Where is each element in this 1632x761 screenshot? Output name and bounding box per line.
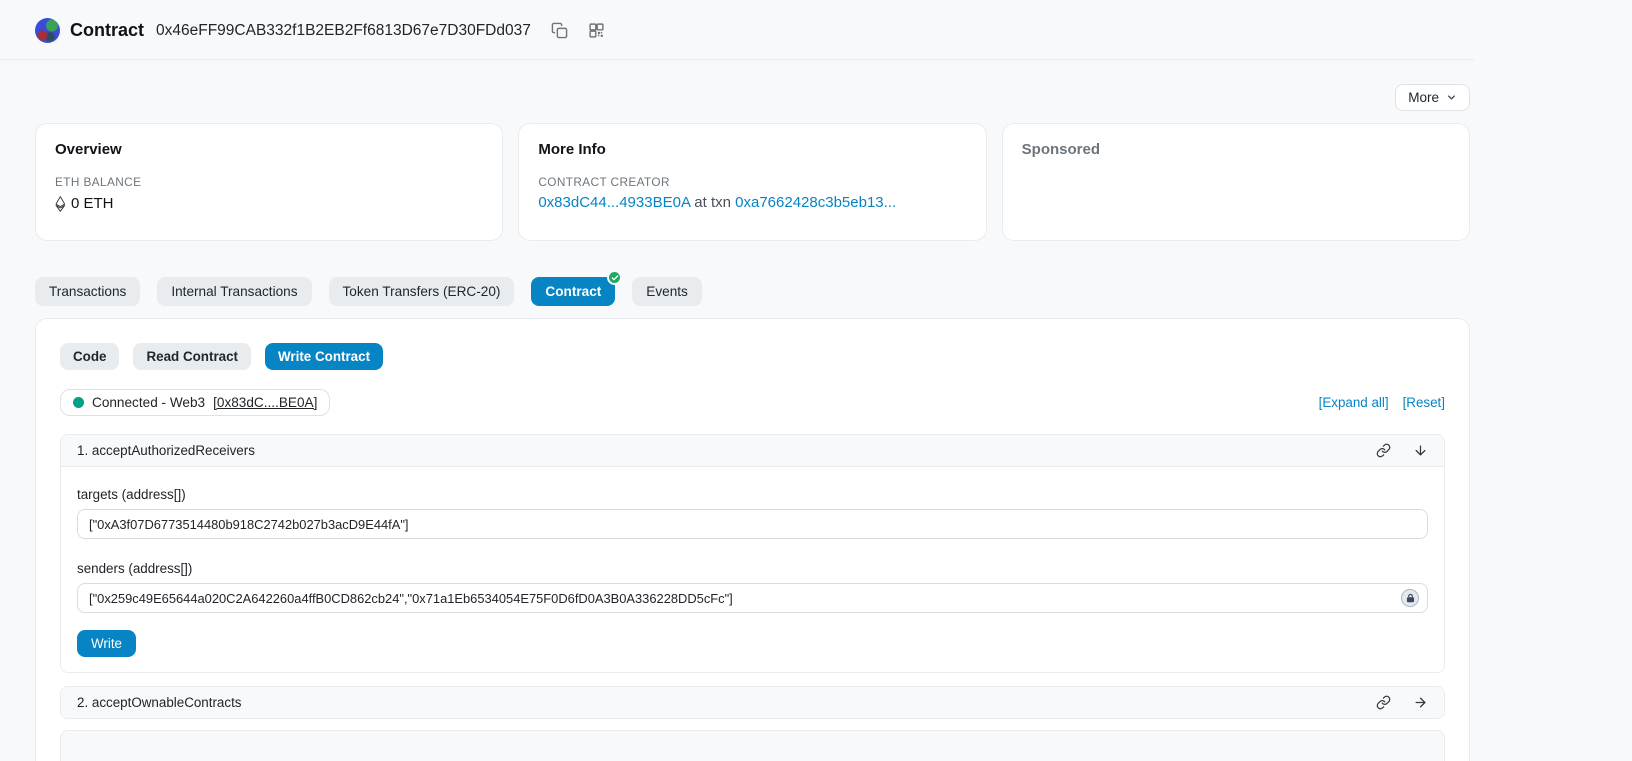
creator-connector: at txn (694, 194, 731, 211)
targets-field-label: targets (address[]) (77, 487, 1428, 502)
verified-check-icon (607, 270, 622, 285)
ethereum-icon (55, 196, 66, 212)
tab-events[interactable]: Events (632, 277, 702, 306)
subtab-code[interactable]: Code (60, 343, 119, 370)
permalink-icon[interactable] (1376, 695, 1391, 710)
eth-balance-label: ETH BALANCE (55, 175, 483, 189)
eth-balance-value: 0 ETH (71, 195, 114, 212)
creator-address-link[interactable]: 0x83dC44...4933BE0A (538, 194, 690, 211)
connection-row: Connected - Web3 [0x83dC....BE0A] [Expan… (60, 389, 1445, 416)
page-title: Contract (70, 20, 144, 41)
overview-card: Overview ETH BALANCE 0 ETH (35, 123, 503, 241)
contract-avatar (35, 18, 60, 43)
method-accordion-1: 1. acceptAuthorizedReceivers targets (ad… (60, 434, 1445, 673)
senders-input[interactable] (77, 583, 1428, 613)
input-lock-icon[interactable] (1401, 589, 1419, 607)
collapse-arrow-down-icon[interactable] (1413, 443, 1428, 458)
qr-code-icon[interactable] (588, 22, 605, 39)
tab-transactions[interactable]: Transactions (35, 277, 140, 306)
write-button[interactable]: Write (77, 630, 136, 657)
reset-link[interactable]: [Reset] (1403, 395, 1445, 410)
connected-address-link[interactable]: [0x83dC....BE0A] (213, 395, 317, 410)
creation-txn-link[interactable]: 0xa7662428c3b5eb13... (735, 194, 896, 211)
connected-label: Connected - Web3 (92, 395, 205, 410)
contract-header: Contract 0x46eFF99CAB332f1B2EB2Ff6813D67… (0, 0, 1474, 60)
connected-status: Connected - Web3 [0x83dC....BE0A] (60, 389, 330, 416)
info-cards: Overview ETH BALANCE 0 ETH More Info CON… (35, 123, 1470, 241)
contract-creator-label: CONTRACT CREATOR (538, 175, 966, 189)
subtab-write-contract[interactable]: Write Contract (265, 343, 383, 370)
copy-icon[interactable] (551, 22, 568, 39)
more-info-title: More Info (538, 141, 966, 158)
method-1-header[interactable]: 1. acceptAuthorizedReceivers (61, 435, 1444, 466)
contract-address: 0x46eFF99CAB332f1B2EB2Ff6813D67e7D30FDd0… (156, 22, 531, 40)
connected-dot-icon (73, 397, 84, 408)
method-accordion-3-partial (60, 730, 1445, 761)
tab-internal-transactions[interactable]: Internal Transactions (157, 277, 311, 306)
tab-contract[interactable]: Contract (531, 277, 615, 306)
subtab-read-contract[interactable]: Read Contract (133, 343, 251, 370)
method-accordion-2: 2. acceptOwnableContracts (60, 686, 1445, 719)
contract-subtabs: Code Read Contract Write Contract (60, 343, 1445, 370)
panel-actions: [Expand all] [Reset] (1319, 395, 1445, 410)
senders-field-label: senders (address[]) (77, 561, 1428, 576)
method-2-header[interactable]: 2. acceptOwnableContracts (61, 687, 1444, 718)
expand-arrow-right-icon[interactable] (1413, 695, 1428, 710)
more-button[interactable]: More (1395, 84, 1470, 111)
more-info-card: More Info CONTRACT CREATOR 0x83dC44...49… (518, 123, 986, 241)
method-1-title: 1. acceptAuthorizedReceivers (77, 443, 255, 458)
targets-input[interactable] (77, 509, 1428, 539)
overview-title: Overview (55, 141, 483, 158)
chevron-down-icon (1446, 92, 1457, 103)
tab-token-transfers[interactable]: Token Transfers (ERC-20) (329, 277, 515, 306)
sponsored-title: Sponsored (1022, 141, 1450, 158)
tab-bar: Transactions Internal Transactions Token… (35, 277, 1470, 306)
permalink-icon[interactable] (1376, 443, 1391, 458)
toolbar-row: More (35, 84, 1470, 111)
expand-all-link[interactable]: [Expand all] (1319, 395, 1389, 410)
method-2-title: 2. acceptOwnableContracts (77, 695, 242, 710)
sponsored-card: Sponsored (1002, 123, 1470, 241)
contract-panel: Code Read Contract Write Contract Connec… (35, 318, 1470, 761)
page: Contract 0x46eFF99CAB332f1B2EB2Ff6813D67… (0, 0, 1632, 761)
method-1-body: targets (address[]) senders (address[]) … (61, 466, 1444, 672)
more-button-label: More (1408, 90, 1439, 105)
